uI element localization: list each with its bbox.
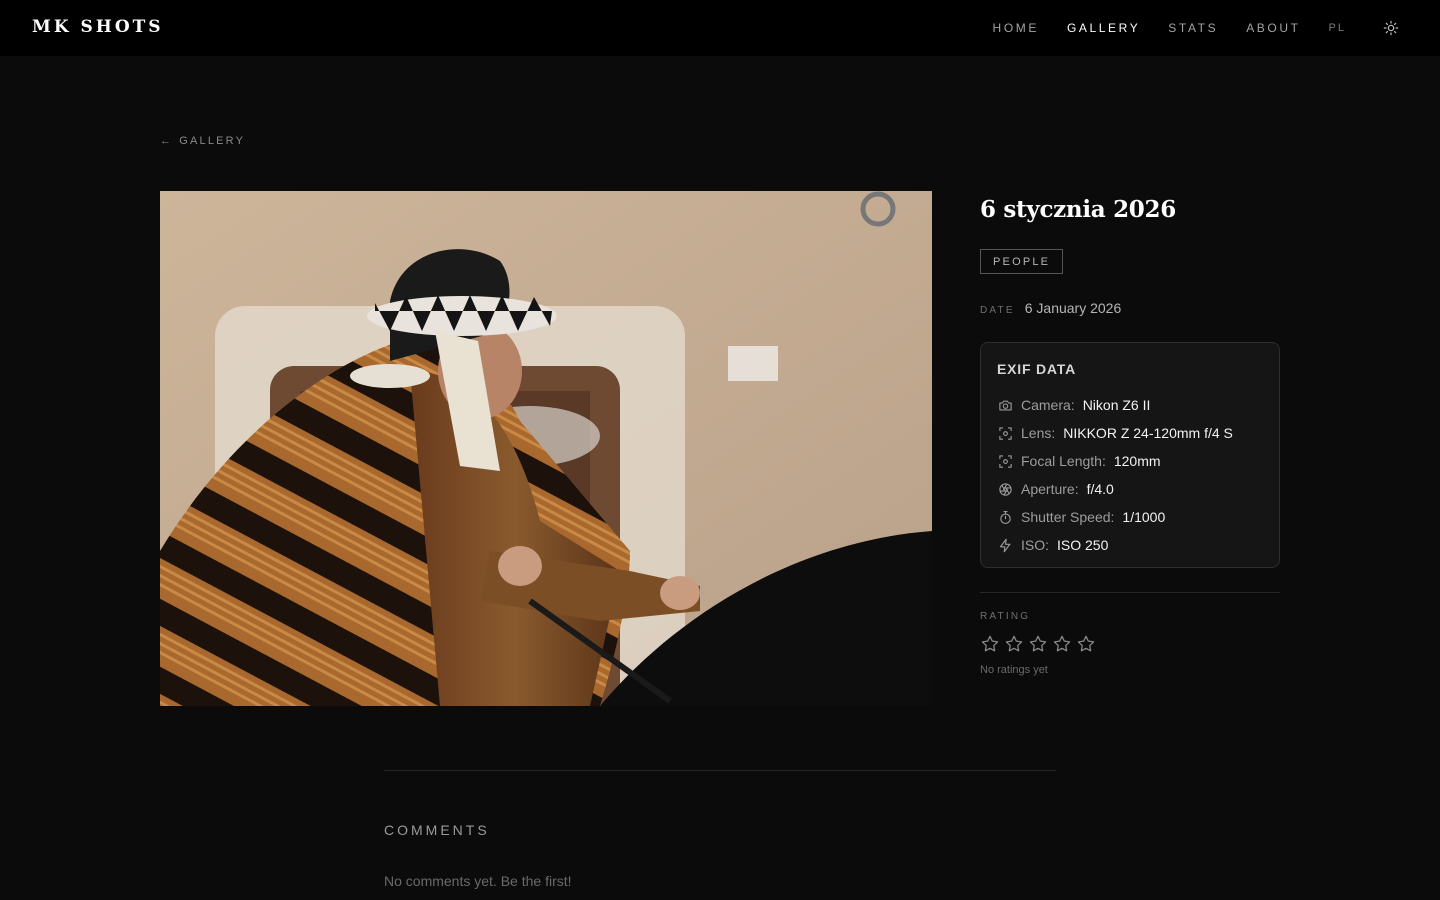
star-rating [980, 634, 1280, 654]
nav-gallery[interactable]: GALLERY [1067, 21, 1140, 35]
exif-label: Aperture: [1021, 481, 1079, 497]
exif-value: 1/1000 [1122, 509, 1166, 525]
back-link-label: GALLERY [179, 135, 246, 147]
comments-divider [384, 770, 1056, 771]
star-icon[interactable] [1052, 634, 1072, 654]
exif-value: f/4.0 [1086, 481, 1114, 497]
exif-value: 120mm [1113, 453, 1161, 469]
photo-main[interactable] [160, 191, 932, 706]
exif-row-shutter-speed: Shutter Speed: 1/1000 [997, 503, 1263, 531]
photo-rider-in-costume [160, 191, 932, 706]
exif-label: Focal Length: [1021, 453, 1106, 469]
comments-heading: COMMENTS [384, 822, 490, 838]
date-row: DATE 6 January 2026 [980, 300, 1280, 316]
exif-label: Lens: [1021, 425, 1056, 441]
exif-row-camera: Camera: Nikon Z6 II [997, 391, 1263, 419]
theme-toggle-button[interactable] [1382, 19, 1400, 37]
main-nav: HOME GALLERY STATS ABOUT PL [993, 0, 1440, 56]
exif-value: Nikon Z6 II [1082, 397, 1151, 413]
nav-home[interactable]: HOME [993, 21, 1039, 35]
focal-length-icon [997, 453, 1013, 469]
photo-title: 6 stycznia 2026 [980, 196, 1176, 223]
photo-details-panel: 6 stycznia 2026 PEOPLE DATE 6 January 20… [980, 191, 1280, 676]
language-switch[interactable]: PL [1329, 22, 1346, 34]
arrow-left-icon: ← [160, 135, 174, 147]
exif-row-lens: Lens: NIKKOR Z 24-120mm f/4 S [997, 419, 1263, 447]
date-value: 6 January 2026 [1024, 300, 1122, 316]
exif-label: Shutter Speed: [1021, 509, 1115, 525]
back-to-gallery-link[interactable]: ← GALLERY [160, 135, 245, 147]
sun-icon [1383, 20, 1399, 36]
star-icon[interactable] [1076, 634, 1096, 654]
exif-label: Camera: [1021, 397, 1075, 413]
exif-value: ISO 250 [1057, 537, 1109, 553]
star-icon[interactable] [1028, 634, 1048, 654]
exif-label: ISO: [1021, 537, 1050, 553]
star-icon[interactable] [1004, 634, 1024, 654]
lightning-icon [997, 537, 1013, 553]
rating-label: RATING [980, 611, 1031, 622]
top-navigation-bar: MK SHOTS HOME GALLERY STATS ABOUT PL [0, 0, 1440, 56]
exif-value: NIKKOR Z 24-120mm f/4 S [1063, 425, 1233, 441]
exif-card: EXIF DATA Camera: Nikon Z6 II Lens: NIKK… [980, 342, 1280, 568]
exif-title: EXIF DATA [997, 361, 1077, 377]
exif-row-iso: ISO: ISO 250 [997, 531, 1263, 559]
camera-icon [997, 397, 1013, 413]
exif-row-focal-length: Focal Length: 120mm [997, 447, 1263, 475]
nav-about[interactable]: ABOUT [1246, 21, 1300, 35]
timer-icon [997, 509, 1013, 525]
no-ratings-text: No ratings yet [980, 664, 1048, 676]
lens-icon [997, 425, 1013, 441]
star-icon[interactable] [980, 634, 1000, 654]
rating-divider [980, 592, 1280, 593]
comments-empty-text: No comments yet. Be the first! [384, 873, 572, 889]
exif-row-aperture: Aperture: f/4.0 [997, 475, 1263, 503]
date-label: DATE [980, 305, 1015, 316]
category-tag[interactable]: PEOPLE [980, 249, 1064, 274]
site-logo[interactable]: MK SHOTS [32, 17, 164, 37]
aperture-icon [997, 481, 1013, 497]
nav-stats[interactable]: STATS [1168, 21, 1218, 35]
